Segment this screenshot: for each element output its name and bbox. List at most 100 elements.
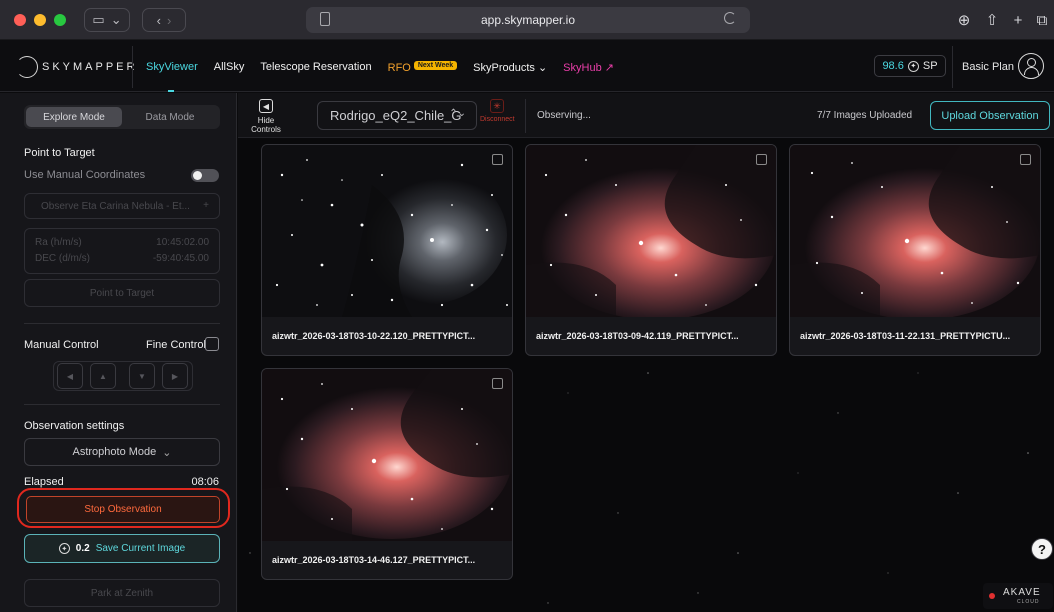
sp-coin-icon: ✦ <box>58 543 70 554</box>
app-window: ▭ ⌄ ‹ › app.skymapper.io ⊕ ⇧ + ⧉ SKYMAPPER… <box>0 0 1054 612</box>
manual-control-label: Manual Control <box>24 339 99 351</box>
download-icon[interactable]: ⊕ <box>954 10 974 30</box>
help-icon: ? <box>1038 541 1046 557</box>
akave-name: AKAVE <box>1003 587 1041 598</box>
disconnect-icon: ✳ <box>490 99 504 113</box>
elapsed-value: 08:06 <box>191 476 219 488</box>
explore-mode-tab[interactable]: Explore Mode <box>26 107 122 127</box>
nav-allsky[interactable]: AllSky <box>214 61 245 74</box>
save-current-image-button[interactable]: ✦ 0.2 Save Current Image <box>24 534 220 563</box>
observing-status: Observing... <box>537 110 591 121</box>
park-at-zenith-button[interactable]: Park at Zenith <box>24 579 220 607</box>
divider <box>24 323 220 324</box>
upload-count: 7/7 Images Uploaded <box>817 110 913 121</box>
help-button[interactable]: ? <box>1031 538 1053 560</box>
skymapper-logo[interactable]: SKYMAPPER <box>16 55 137 79</box>
nav-skyviewer[interactable]: SkyViewer <box>146 61 198 74</box>
logo-text: SKYMAPPER <box>42 61 138 73</box>
minimize-window-button[interactable] <box>34 14 46 26</box>
sp-coin-icon: ✦ <box>907 60 919 72</box>
dec-value[interactable]: -59:40:45.00 <box>153 253 209 264</box>
arrow-left-icon: ◀ <box>66 371 74 381</box>
arrow-left-button[interactable]: ◀ <box>57 363 83 389</box>
hide-controls-button[interactable]: ◀ Hide Controls <box>244 99 288 134</box>
telescope-toolbar: ◀ Hide Controls Rodrigo_eQ2_Chile_G ⌃⌄ ✳… <box>238 93 1054 138</box>
disconnect-button[interactable]: ✳ Disconnect <box>480 99 515 133</box>
close-window-button[interactable] <box>14 14 26 26</box>
observation-mode-select[interactable]: Astrophoto Mode ⌄ <box>24 438 220 466</box>
arrow-down-button[interactable]: ▼ <box>129 363 155 389</box>
plus-icon[interactable]: + <box>203 200 209 211</box>
observe-target-placeholder: Observe Eta Carina Nebula - Et... <box>41 200 190 212</box>
arrow-right-button[interactable]: ▶ <box>162 363 188 389</box>
ra-label: Ra (h/m/s) <box>35 237 82 248</box>
new-tab-icon[interactable]: + <box>1008 10 1028 30</box>
observation-image[interactable] <box>790 145 1040 317</box>
image-filename: aizwtr_2026-03-18T03-10-22.120_PRETTYPIC… <box>272 331 476 341</box>
telescope-select[interactable]: Rodrigo_eQ2_Chile_G ⌃⌄ <box>317 101 477 130</box>
image-card[interactable]: aizwtr_2026-03-18T03-10-22.120_PRETTYPIC… <box>261 144 513 356</box>
manual-coords-toggle[interactable] <box>191 169 219 182</box>
plan-label[interactable]: Basic Plan <box>962 61 1014 73</box>
manual-coords-label: Use Manual Coordinates <box>24 169 146 181</box>
nav-rfo[interactable]: RFO Next Week <box>388 61 458 74</box>
collapse-left-icon: ◀ <box>259 99 273 113</box>
disconnect-label: Disconnect <box>480 116 515 123</box>
status-dot <box>989 593 995 599</box>
next-week-badge: Next Week <box>413 61 458 70</box>
expand-icon[interactable] <box>756 154 767 165</box>
observation-image[interactable] <box>262 369 512 541</box>
expand-icon[interactable] <box>492 154 503 165</box>
observe-target-input[interactable]: Observe Eta Carina Nebula - Et... + <box>24 193 220 219</box>
arrow-down-icon: ▼ <box>138 371 146 381</box>
ra-value[interactable]: 10:45:02.00 <box>156 237 209 248</box>
main-nav: SkyViewer AllSky Telescope Reservation R… <box>146 61 630 74</box>
data-mode-tab[interactable]: Data Mode <box>122 107 218 127</box>
user-avatar[interactable] <box>1018 53 1044 79</box>
image-filename: aizwtr_2026-03-18T03-09-42.119_PRETTYPIC… <box>536 331 739 341</box>
arrow-up-button[interactable]: ▲ <box>90 363 116 389</box>
reload-icon[interactable] <box>724 12 736 24</box>
akave-sub: CLOUD <box>1017 599 1040 605</box>
divider <box>525 99 526 133</box>
image-card[interactable]: aizwtr_2026-03-18T03-11-22.131_PRETTYPIC… <box>789 144 1041 356</box>
controls-sidebar: Explore Mode Data Mode Point to Target U… <box>0 93 237 612</box>
nav-skyproducts[interactable]: SkyProducts ⌄ <box>473 61 547 74</box>
elapsed-label: Elapsed <box>24 476 64 488</box>
akave-badge[interactable]: AKAVE CLOUD <box>983 583 1053 609</box>
expand-icon[interactable] <box>1020 154 1031 165</box>
arrow-up-icon: ▲ <box>99 371 107 381</box>
observation-image[interactable] <box>262 145 512 317</box>
observation-mode-value: Astrophoto Mode <box>72 446 157 458</box>
chevron-down-icon: ⌄ <box>162 446 172 459</box>
address-bar[interactable]: app.skymapper.io <box>306 7 750 33</box>
share-icon[interactable]: ⇧ <box>982 10 1002 30</box>
nav-telescope-reservation[interactable]: Telescope Reservation <box>260 61 371 74</box>
point-to-target-button[interactable]: Point to Target <box>24 279 220 307</box>
sp-balance[interactable]: 98.6 ✦ SP <box>874 55 946 77</box>
shield-icon <box>320 12 330 26</box>
nav-skyhub[interactable]: SkyHub ↗ <box>563 61 614 74</box>
sp-balance-value: 98.6 <box>882 60 904 72</box>
image-card[interactable]: aizwtr_2026-03-18T03-09-42.119_PRETTYPIC… <box>525 144 777 356</box>
image-gallery: ◀ Hide Controls Rodrigo_eQ2_Chile_G ⌃⌄ ✳… <box>238 93 1054 612</box>
observation-image[interactable] <box>526 145 776 317</box>
sidebar-toggle-button[interactable]: ▭ ⌄ <box>84 8 130 32</box>
divider <box>24 404 220 405</box>
expand-icon[interactable] <box>492 378 503 389</box>
stop-observation-button[interactable]: Stop Observation <box>26 496 220 523</box>
telescope-value: Rodrigo_eQ2_Chile_G <box>330 108 462 123</box>
upload-observation-button[interactable]: Upload Observation <box>930 101 1050 130</box>
image-card[interactable]: aizwtr_2026-03-18T03-14-46.127_PRETTYPIC… <box>261 368 513 580</box>
fine-control-checkbox[interactable] <box>205 337 219 351</box>
forward-icon[interactable]: › <box>167 13 171 28</box>
tabs-overview-icon[interactable]: ⧉ <box>1032 10 1052 30</box>
image-filename: aizwtr_2026-03-18T03-11-22.131_PRETTYPIC… <box>800 331 1011 341</box>
mode-toggle: Explore Mode Data Mode <box>24 105 220 129</box>
back-icon[interactable]: ‹ <box>157 13 161 28</box>
observation-settings-heading: Observation settings <box>24 420 125 432</box>
coordinates-field: Ra (h/m/s) 10:45:02.00 DEC (d/m/s) -59:4… <box>24 228 220 274</box>
maximize-window-button[interactable] <box>54 14 66 26</box>
image-filename: aizwtr_2026-03-18T03-14-46.127_PRETTYPIC… <box>272 555 476 565</box>
hide-controls-label: Hide Controls <box>251 116 281 134</box>
